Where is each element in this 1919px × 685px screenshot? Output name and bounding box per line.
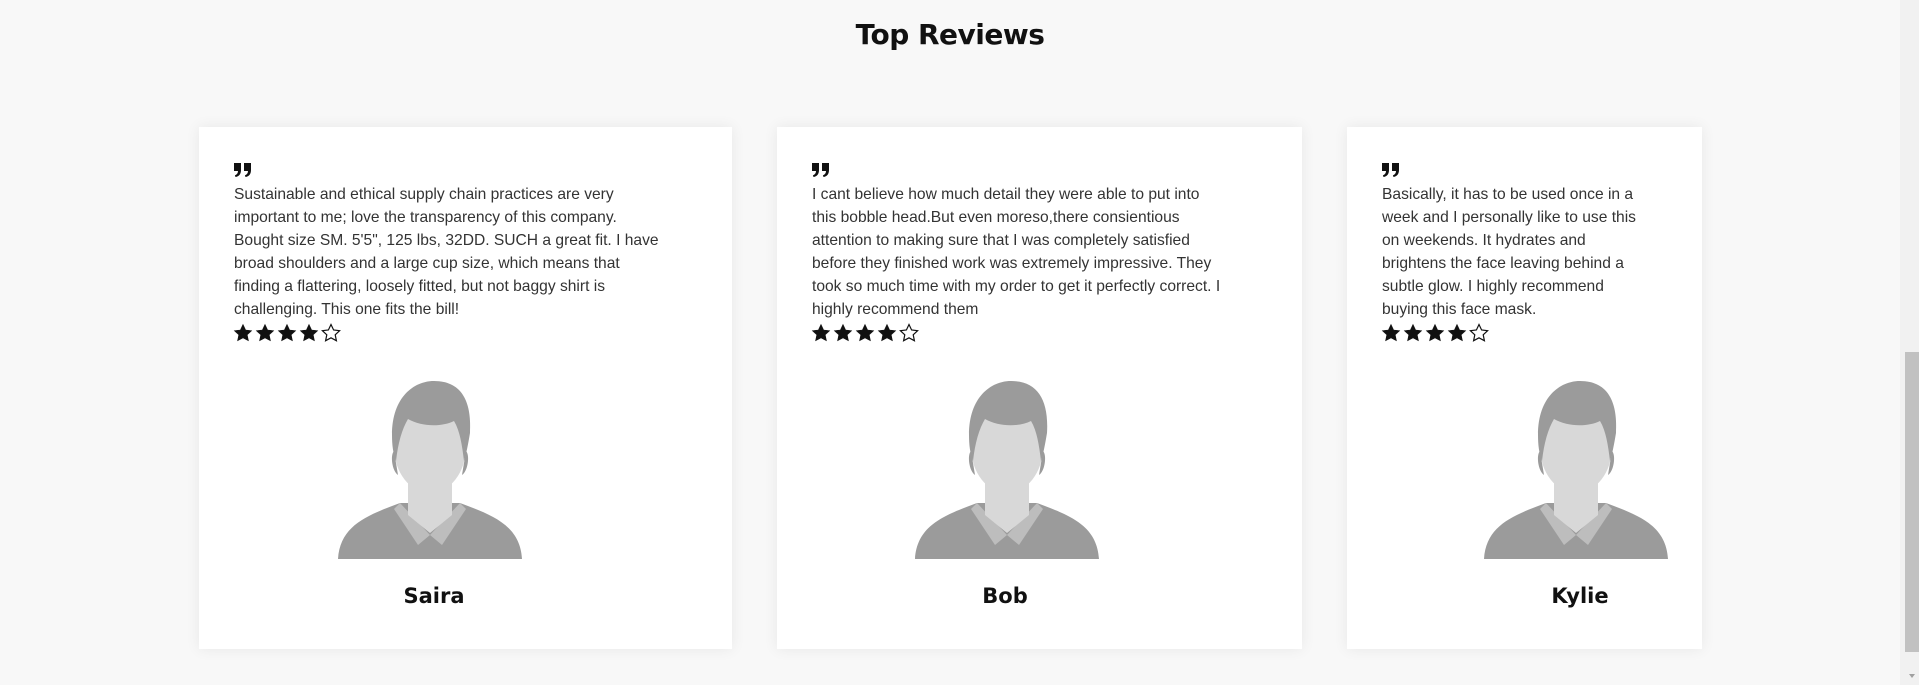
review-line: broad shoulders and a large cup size, wh…	[234, 255, 620, 272]
review-line: brightens the face leaving behind a	[1382, 255, 1624, 272]
review-line: attention to making sure that I was comp…	[812, 232, 1190, 249]
scrollbar-thumb[interactable]	[1905, 352, 1919, 652]
review-line: Basically, it has to be used once in a	[1382, 186, 1634, 203]
review-line: finding a flattering, loosely fitted, bu…	[234, 278, 605, 295]
reviewer-name: Bob	[982, 584, 1028, 608]
review-line: took so much time with my order to get i…	[812, 278, 1221, 295]
review-card: Basically, it has to be used once in a w…	[1347, 127, 1702, 649]
quote-icon	[812, 163, 829, 177]
star-outline-icon	[899, 323, 919, 342]
review-line: subtle glow. I highly recommend	[1382, 278, 1604, 295]
review-text: I cant believe how much detail they were…	[812, 183, 1220, 321]
scroll-down-arrow-icon[interactable]	[1905, 670, 1919, 682]
star-outline-icon	[321, 323, 341, 342]
star-filled-icon	[877, 323, 897, 342]
review-line: buying this face mask.	[1382, 301, 1537, 318]
star-rating	[233, 323, 341, 345]
star-filled-icon	[1447, 323, 1467, 342]
review-text: Sustainable and ethical supply chain pra…	[234, 183, 659, 321]
review-text: Basically, it has to be used once in a w…	[1382, 183, 1636, 321]
review-card: I cant believe how much detail they were…	[777, 127, 1302, 649]
avatar-placeholder-icon	[915, 381, 1099, 559]
star-filled-icon	[811, 323, 831, 342]
star-outline-icon	[1469, 323, 1489, 342]
reviewer-name: Saira	[403, 584, 465, 608]
quote-icon	[234, 163, 251, 177]
section-title: Top Reviews	[855, 18, 1045, 51]
quote-icon	[1382, 163, 1399, 177]
avatar-placeholder-icon	[1484, 381, 1668, 559]
review-line: on weekends. It hydrates and	[1382, 232, 1586, 249]
reviews-section: Top Reviews Sustainable and ethical supp…	[0, 0, 1900, 685]
review-line: Bought size SM. 5'5", 125 lbs, 32DD. SUC…	[234, 232, 659, 249]
review-line: this bobble head.But even moreso,there c…	[812, 209, 1180, 226]
review-card: Sustainable and ethical supply chain pra…	[199, 127, 732, 649]
avatar-placeholder-icon	[338, 381, 522, 559]
review-line: before they finished work was extremely …	[812, 255, 1212, 272]
star-filled-icon	[277, 323, 297, 342]
star-filled-icon	[233, 323, 253, 342]
review-line: week and I personally like to use this	[1382, 209, 1636, 226]
review-line: Sustainable and ethical supply chain pra…	[234, 186, 614, 203]
star-rating	[1381, 323, 1489, 345]
star-filled-icon	[1425, 323, 1445, 342]
review-line: highly recommend them	[812, 301, 979, 318]
star-filled-icon	[1403, 323, 1423, 342]
star-filled-icon	[1381, 323, 1401, 342]
reviewer-name: Kylie	[1551, 584, 1609, 608]
review-line: important to me; love the transparency o…	[234, 209, 617, 226]
star-filled-icon	[855, 323, 875, 342]
star-filled-icon	[833, 323, 853, 342]
star-filled-icon	[299, 323, 319, 342]
review-line: I cant believe how much detail they were…	[812, 186, 1200, 203]
star-rating	[811, 323, 919, 345]
review-line: challenging. This one fits the bill!	[234, 301, 460, 318]
star-filled-icon	[255, 323, 275, 342]
